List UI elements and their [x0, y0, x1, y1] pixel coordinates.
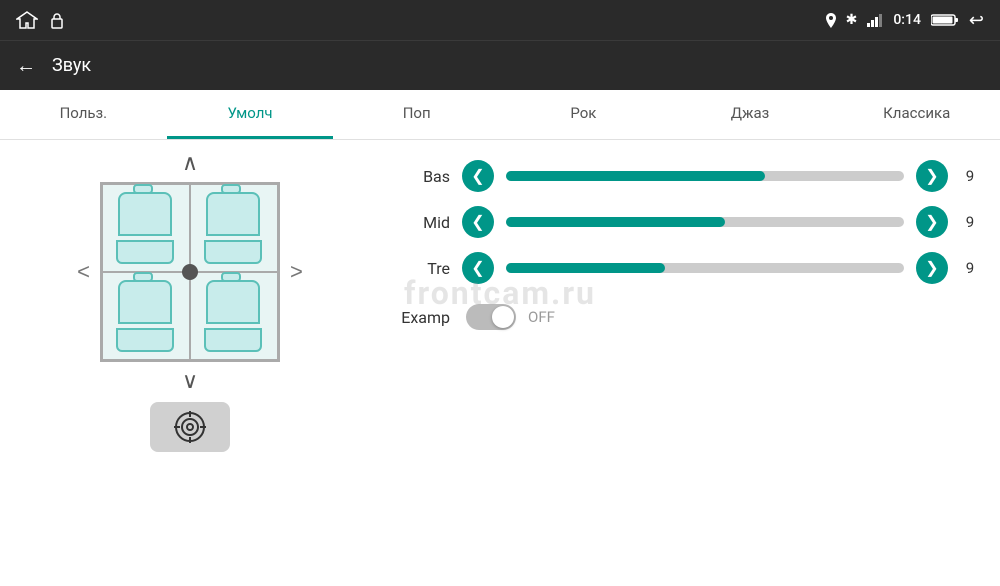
bluetooth-icon: ✱	[846, 12, 858, 28]
examp-label: Examp	[400, 308, 450, 327]
status-time: 0:14	[893, 12, 921, 28]
examp-off-label: OFF	[528, 308, 555, 326]
seat-shape-bl	[116, 280, 176, 352]
center-position-dot	[182, 264, 198, 280]
eq-decrement-tre[interactable]: ❮	[462, 252, 494, 284]
seat-bottom-tr	[204, 240, 262, 264]
crosshair-icon	[173, 410, 207, 444]
eq-fill-tre	[506, 263, 665, 273]
title-bar: ← Звук	[0, 40, 1000, 90]
eq-slider-bas[interactable]	[506, 171, 904, 181]
toggle-knob	[492, 306, 514, 328]
eq-fill-mid	[506, 217, 725, 227]
location-icon	[826, 13, 836, 28]
back-button[interactable]: ←	[16, 53, 36, 78]
tab-polz[interactable]: Польз.	[0, 90, 167, 139]
status-left-icons	[16, 11, 64, 29]
page-title: Звук	[52, 55, 91, 76]
eq-decrement-mid[interactable]: ❮	[462, 206, 494, 238]
eq-label-bas: Bas	[400, 167, 450, 186]
tab-bar: Польз. Умолч Поп Рок Джаз Классика	[0, 90, 1000, 140]
eq-row-bas: Bas ❮ ❯ 9	[400, 160, 980, 192]
seat-back-br	[206, 280, 260, 324]
left-arrow-button[interactable]: <	[73, 255, 94, 289]
eq-label-tre: Tre	[400, 259, 450, 278]
car-seat-grid	[100, 182, 280, 362]
seat-top-left[interactable]	[102, 184, 190, 272]
eq-value-mid: 9	[960, 213, 980, 231]
seat-bottom-br	[204, 328, 262, 352]
eq-label-mid: Mid	[400, 213, 450, 232]
eq-row-mid: Mid ❮ ❯ 9	[400, 206, 980, 238]
tab-umolch[interactable]: Умолч	[167, 90, 334, 139]
left-panel: ∧ <	[0, 140, 380, 586]
lock-icon	[50, 11, 64, 29]
toggle-container: OFF	[466, 304, 555, 330]
seat-shape-tr	[204, 192, 264, 264]
seat-top-right[interactable]	[190, 184, 278, 272]
down-chevron-button[interactable]: ∨	[172, 366, 208, 396]
seat-back-tl	[118, 192, 172, 236]
right-panel: Bas ❮ ❯ 9 Mid ❮ ❯ 9 Tre ❮ ❯ 9	[380, 140, 1000, 586]
examp-toggle[interactable]	[466, 304, 516, 330]
home-icon	[16, 11, 38, 29]
tab-rok[interactable]: Рок	[500, 90, 667, 139]
status-right-icons: ✱ 0:14 ↩	[826, 10, 984, 31]
seat-bottom-tl	[116, 240, 174, 264]
eq-row-tre: Tre ❮ ❯ 9	[400, 252, 980, 284]
eq-value-bas: 9	[960, 167, 980, 185]
eq-decrement-bas[interactable]: ❮	[462, 160, 494, 192]
up-chevron-button[interactable]: ∧	[172, 148, 208, 178]
battery-icon	[931, 13, 959, 27]
tab-dzhaz[interactable]: Джаз	[667, 90, 834, 139]
eq-value-tre: 9	[960, 259, 980, 277]
tab-pop[interactable]: Поп	[333, 90, 500, 139]
seat-bottom-left[interactable]	[102, 272, 190, 360]
seat-shape-br	[204, 280, 264, 352]
car-seat-container: <	[73, 182, 307, 362]
eq-increment-bas[interactable]: ❯	[916, 160, 948, 192]
seat-back-bl	[118, 280, 172, 324]
eq-increment-tre[interactable]: ❯	[916, 252, 948, 284]
eq-slider-mid[interactable]	[506, 217, 904, 227]
eq-fill-bas	[506, 171, 765, 181]
right-arrow-button[interactable]: >	[286, 255, 307, 289]
eq-increment-mid[interactable]: ❯	[916, 206, 948, 238]
signal-icon	[867, 13, 883, 27]
eq-slider-tre[interactable]	[506, 263, 904, 273]
back-nav-icon[interactable]: ↩	[969, 10, 984, 31]
seat-bottom-bl	[116, 328, 174, 352]
tab-klassika[interactable]: Классика	[833, 90, 1000, 139]
seat-bottom-right[interactable]	[190, 272, 278, 360]
seat-shape-tl	[116, 192, 176, 264]
status-bar: ✱ 0:14 ↩	[0, 0, 1000, 40]
main-content: ∧ <	[0, 140, 1000, 586]
examp-row: Examp OFF	[400, 304, 980, 330]
seat-back-tr	[206, 192, 260, 236]
target-icon-button[interactable]	[150, 402, 230, 452]
